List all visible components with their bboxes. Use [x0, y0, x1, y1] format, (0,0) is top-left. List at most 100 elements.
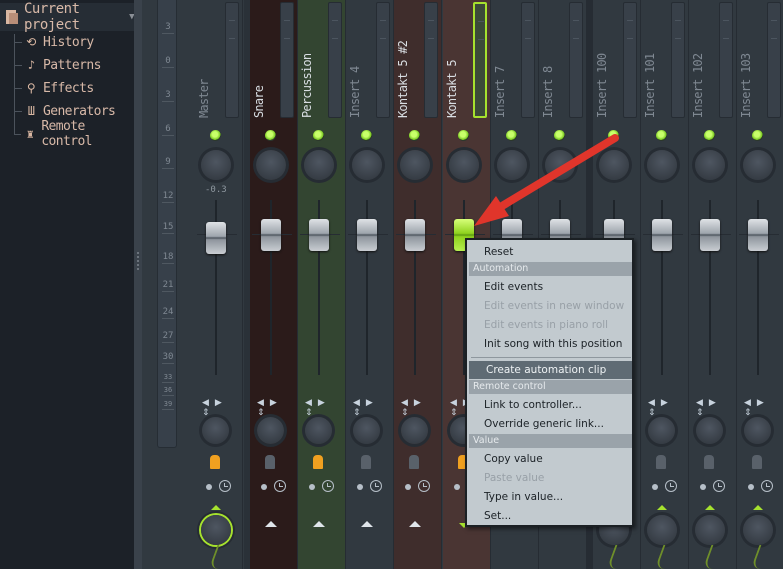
track-enable-led[interactable]: [608, 130, 619, 141]
track-name[interactable]: Snare: [252, 86, 266, 118]
track-name[interactable]: Insert 100: [595, 54, 609, 118]
record-dot[interactable]: [309, 484, 315, 490]
menu-item-set[interactable]: Set...: [484, 507, 511, 525]
volume-fader[interactable]: [652, 219, 672, 251]
track-name[interactable]: Insert 103: [739, 54, 753, 118]
pan-knob[interactable]: [449, 150, 479, 180]
pan-knob[interactable]: [201, 150, 231, 180]
route-arrow-icon[interactable]: [211, 505, 221, 510]
fx-enable-icon[interactable]: [656, 455, 666, 469]
menu-item-edit-events[interactable]: Edit events: [484, 278, 543, 296]
swap-icon[interactable]: ◀▶ ⇕: [648, 398, 689, 418]
track-name[interactable]: Insert 102: [691, 54, 705, 118]
track-name[interactable]: Percussion: [300, 54, 314, 118]
browser-item-history[interactable]: ⟲ History: [14, 31, 94, 53]
track-enable-led[interactable]: [458, 130, 469, 141]
mixer-track-master[interactable]: Master ◀▶ ⇕: [195, 0, 243, 569]
mixer-track-insert-101[interactable]: Insert 101 ◀▶ ⇕: [641, 0, 689, 569]
swap-icon[interactable]: ◀▶ ⇕: [353, 398, 394, 418]
pan-knob[interactable]: [352, 150, 382, 180]
browser-item-patterns[interactable]: ♪ Patterns: [14, 54, 101, 76]
latency-clock-icon[interactable]: [274, 480, 286, 492]
track-name[interactable]: Kontakt 5: [445, 60, 459, 118]
stereo-separation-knob[interactable]: [696, 417, 723, 444]
pan-knob[interactable]: [256, 150, 286, 180]
latency-clock-icon[interactable]: [219, 480, 231, 492]
track-name[interactable]: Kontakt 5 #2: [396, 41, 410, 118]
track-enable-led[interactable]: [210, 130, 221, 141]
volume-fader[interactable]: [261, 219, 281, 251]
track-enable-led[interactable]: [313, 130, 324, 141]
record-dot[interactable]: [357, 484, 363, 490]
volume-fader[interactable]: [405, 219, 425, 251]
fx-enable-icon[interactable]: [210, 455, 220, 469]
mixer-track-percussion[interactable]: Percussion ◀▶ ⇕: [298, 0, 346, 569]
stereo-separation-knob[interactable]: [353, 417, 380, 444]
track-name[interactable]: Insert 8: [541, 67, 555, 118]
track-enable-led[interactable]: [656, 130, 667, 141]
send-knob[interactable]: [201, 515, 231, 545]
route-arrow-icon[interactable]: [705, 505, 715, 510]
fx-enable-icon[interactable]: [409, 455, 419, 469]
volume-fader[interactable]: [357, 219, 377, 251]
pan-knob[interactable]: [599, 150, 629, 180]
route-arrow-icon[interactable]: [361, 521, 373, 527]
record-dot[interactable]: [206, 484, 212, 490]
swap-icon[interactable]: ◀▶ ⇕: [744, 398, 783, 418]
track-name[interactable]: Insert 7: [493, 67, 507, 118]
stereo-separation-knob[interactable]: [202, 417, 229, 444]
pan-knob[interactable]: [400, 150, 430, 180]
menu-item-reset[interactable]: Reset: [484, 243, 513, 261]
volume-fader[interactable]: [206, 222, 226, 254]
record-dot[interactable]: [700, 484, 706, 490]
send-knob[interactable]: [695, 515, 725, 545]
browser-item-remote-control[interactable]: ♜ Remote control: [14, 119, 134, 149]
track-name[interactable]: Insert 4: [348, 67, 362, 118]
route-arrow-icon[interactable]: [265, 521, 277, 527]
menu-item-init-song[interactable]: Init song with this position: [484, 335, 622, 353]
record-dot[interactable]: [261, 484, 267, 490]
menu-item-type-in-value[interactable]: Type in value...: [484, 488, 563, 506]
fx-enable-icon[interactable]: [265, 455, 275, 469]
swap-icon[interactable]: ◀▶ ⇕: [305, 398, 346, 418]
track-enable-led[interactable]: [704, 130, 715, 141]
track-enable-led[interactable]: [506, 130, 517, 141]
stereo-separation-knob[interactable]: [401, 417, 428, 444]
swap-icon[interactable]: ◀▶ ⇕: [202, 398, 243, 418]
latency-clock-icon[interactable]: [370, 480, 382, 492]
latency-clock-icon[interactable]: [665, 480, 677, 492]
mixer-track-snare[interactable]: Snare ◀▶ ⇕: [250, 0, 298, 569]
pan-knob[interactable]: [743, 150, 773, 180]
track-enable-led[interactable]: [752, 130, 763, 141]
latency-clock-icon[interactable]: [418, 480, 430, 492]
mixer-track-insert-103[interactable]: Insert 103 ◀▶ ⇕: [737, 0, 783, 569]
route-arrow-icon[interactable]: [753, 505, 763, 510]
splitter-grip[interactable]: [137, 252, 139, 270]
pan-knob[interactable]: [497, 150, 527, 180]
swap-icon[interactable]: ◀▶ ⇕: [696, 398, 737, 418]
browser-item-effects[interactable]: ⚲ Effects: [14, 77, 94, 99]
volume-fader[interactable]: [700, 219, 720, 251]
track-name[interactable]: Master: [197, 79, 211, 118]
pan-knob[interactable]: [545, 150, 575, 180]
pan-knob[interactable]: [647, 150, 677, 180]
fx-enable-icon[interactable]: [361, 455, 371, 469]
send-knob[interactable]: [647, 515, 677, 545]
route-arrow-icon[interactable]: [313, 521, 325, 527]
mixer-track-insert-102[interactable]: Insert 102 ◀▶ ⇕: [689, 0, 737, 569]
route-arrow-icon[interactable]: [657, 505, 667, 510]
swap-icon[interactable]: ◀▶ ⇕: [257, 398, 298, 418]
pan-knob[interactable]: [304, 150, 334, 180]
menu-item-copy-value[interactable]: Copy value: [484, 450, 543, 468]
pan-knob[interactable]: [695, 150, 725, 180]
browser-header-current-project[interactable]: Current project ▼: [0, 1, 134, 33]
panel-splitter[interactable]: [134, 0, 142, 569]
track-enable-led[interactable]: [409, 130, 420, 141]
track-enable-led[interactable]: [361, 130, 372, 141]
record-dot[interactable]: [454, 484, 460, 490]
stereo-separation-knob[interactable]: [257, 417, 284, 444]
menu-item-link-to-controller[interactable]: Link to controller...: [484, 396, 582, 414]
send-knob[interactable]: [743, 515, 773, 545]
mixer-track-kontakt-5-2[interactable]: Kontakt 5 #2 ◀▶ ⇕: [394, 0, 442, 569]
track-enable-led[interactable]: [265, 130, 276, 141]
